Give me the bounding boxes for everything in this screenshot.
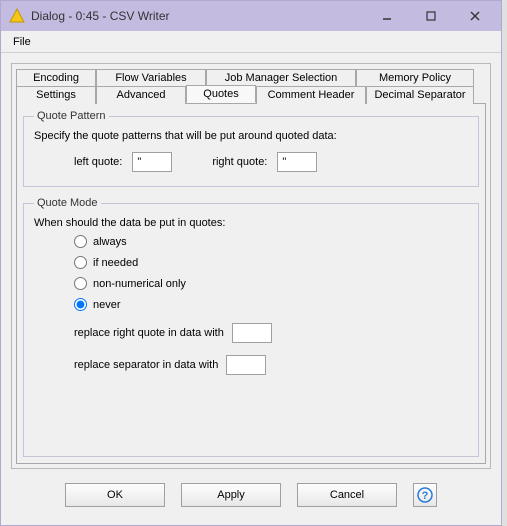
window-controls: [365, 5, 497, 27]
right-quote-input[interactable]: [277, 152, 317, 172]
tab-comment-header[interactable]: Comment Header: [256, 86, 366, 104]
dialog-button-bar: OK Apply Cancel ?: [11, 469, 491, 521]
menu-file[interactable]: File: [7, 34, 37, 50]
quote-inputs-row: left quote: right quote:: [34, 152, 468, 172]
cancel-button[interactable]: Cancel: [297, 483, 397, 507]
tabs-container: Encoding Flow Variables Job Manager Sele…: [11, 63, 491, 469]
tab-row-2: Settings Advanced Quotes Comment Header …: [16, 85, 486, 103]
quote-pattern-group: Quote Pattern Specify the quote patterns…: [23, 110, 479, 187]
replace-right-quote-row: replace right quote in data with: [34, 323, 468, 343]
content-area: Encoding Flow Variables Job Manager Sele…: [1, 53, 501, 525]
window-title: Dialog - 0:45 - CSV Writer: [31, 9, 365, 23]
radio-if-needed-label: if needed: [93, 257, 138, 269]
radio-always[interactable]: [74, 235, 87, 248]
quote-pattern-desc: Specify the quote patterns that will be …: [34, 130, 468, 142]
tab-job-manager-selection[interactable]: Job Manager Selection: [206, 69, 356, 86]
left-quote-input[interactable]: [132, 152, 172, 172]
menubar: File: [1, 31, 501, 53]
tab-memory-policy[interactable]: Memory Policy: [356, 69, 474, 86]
close-button[interactable]: [453, 5, 497, 27]
right-quote-label: right quote:: [212, 156, 267, 168]
tab-advanced[interactable]: Advanced: [96, 86, 186, 104]
titlebar: Dialog - 0:45 - CSV Writer: [1, 1, 501, 31]
replace-right-quote-input[interactable]: [232, 323, 272, 343]
radio-option-non-numerical[interactable]: non-numerical only: [74, 277, 468, 290]
tab-panel-quotes: Quote Pattern Specify the quote patterns…: [16, 103, 486, 464]
quote-mode-desc: When should the data be put in quotes:: [34, 217, 468, 229]
radio-never-label: never: [93, 299, 121, 311]
help-button[interactable]: ?: [413, 483, 437, 507]
radio-option-always[interactable]: always: [74, 235, 468, 248]
svg-text:?: ?: [422, 490, 429, 502]
ok-button[interactable]: OK: [65, 483, 165, 507]
quote-mode-group: Quote Mode When should the data be put i…: [23, 197, 479, 457]
radio-option-never[interactable]: never: [74, 298, 468, 311]
quote-mode-options: always if needed non-numerical only: [34, 235, 468, 311]
apply-button[interactable]: Apply: [181, 483, 281, 507]
quote-pattern-legend: Quote Pattern: [34, 110, 109, 122]
tab-quotes[interactable]: Quotes: [186, 85, 256, 103]
tab-decimal-separator[interactable]: Decimal Separator: [366, 86, 474, 104]
tab-row-1: Encoding Flow Variables Job Manager Sele…: [16, 68, 486, 85]
help-icon: ?: [417, 487, 433, 503]
left-quote-label: left quote:: [74, 156, 122, 168]
radio-never[interactable]: [74, 298, 87, 311]
quote-mode-legend: Quote Mode: [34, 197, 101, 209]
maximize-button[interactable]: [409, 5, 453, 27]
tab-settings[interactable]: Settings: [16, 86, 96, 104]
radio-if-needed[interactable]: [74, 256, 87, 269]
tab-encoding[interactable]: Encoding: [16, 69, 96, 86]
radio-non-numerical[interactable]: [74, 277, 87, 290]
replace-separator-row: replace separator in data with: [34, 355, 468, 375]
radio-non-numerical-label: non-numerical only: [93, 278, 186, 290]
tab-flow-variables[interactable]: Flow Variables: [96, 69, 206, 86]
dialog-window: Dialog - 0:45 - CSV Writer File Encoding…: [0, 0, 502, 526]
replace-separator-label: replace separator in data with: [74, 359, 218, 371]
app-icon: [9, 8, 25, 24]
replace-right-quote-label: replace right quote in data with: [74, 327, 224, 339]
replace-separator-input[interactable]: [226, 355, 266, 375]
minimize-button[interactable]: [365, 5, 409, 27]
radio-always-label: always: [93, 236, 127, 248]
radio-option-if-needed[interactable]: if needed: [74, 256, 468, 269]
